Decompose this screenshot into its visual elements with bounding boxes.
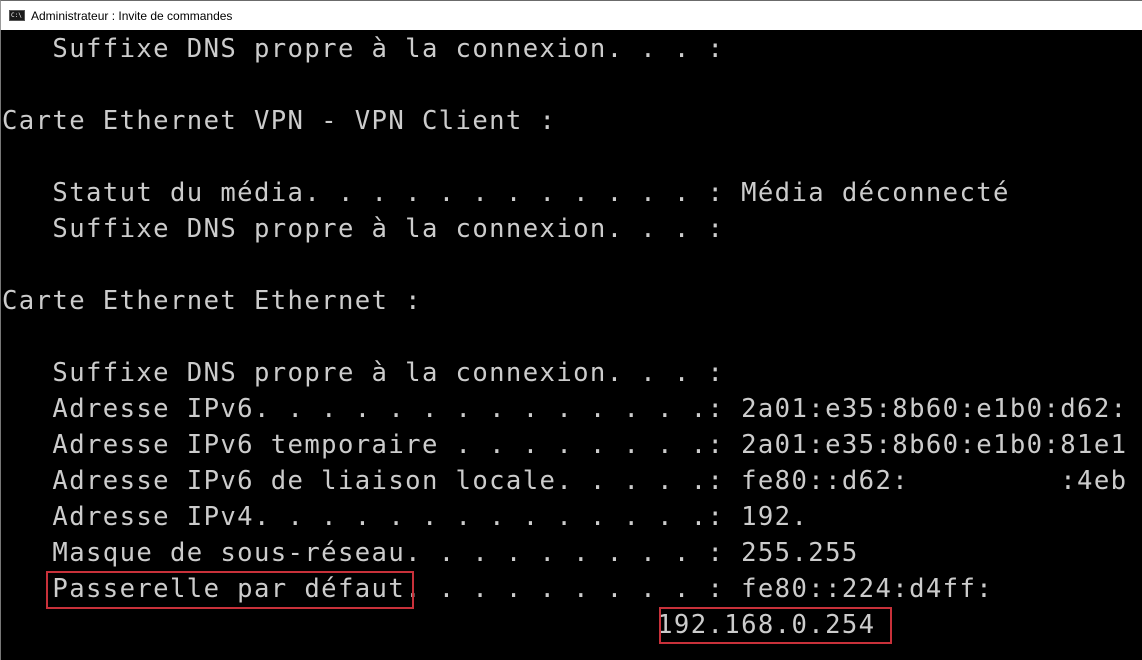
console-line: Suffixe DNS propre à la connexion. . . :: [2, 214, 725, 244]
title-bar[interactable]: C:\ Administrateur : Invite de commandes: [0, 0, 1142, 30]
highlight-box-default-gateway-label: [46, 571, 414, 609]
console-line: Adresse IPv4. . . . . . . . . . . . . .:…: [2, 502, 809, 532]
console-line: Carte Ethernet Ethernet :: [2, 286, 422, 316]
console-line: Adresse IPv6. . . . . . . . . . . . . .:…: [2, 394, 1128, 424]
console-line: Masque de sous-réseau. . . . . . . . . :…: [2, 538, 859, 568]
cmd-icon: C:\: [9, 10, 25, 21]
console-line: Suffixe DNS propre à la connexion. . . :: [2, 34, 725, 64]
console-line: Statut du média. . . . . . . . . . . . :…: [2, 178, 1010, 208]
console-line: Adresse IPv6 temporaire . . . . . . . .:…: [2, 430, 1128, 460]
window-title: Administrateur : Invite de commandes: [31, 8, 233, 23]
console-output[interactable]: Suffixe DNS propre à la connexion. . . :…: [0, 30, 1142, 660]
console-line: Carte Ethernet VPN - VPN Client :: [2, 106, 557, 136]
console-line: Adresse IPv6 de liaison locale. . . . .:…: [2, 466, 1128, 496]
highlight-box-gateway-ipv4: [659, 607, 892, 644]
console-line: Suffixe DNS propre à la connexion. . . :: [2, 358, 725, 388]
